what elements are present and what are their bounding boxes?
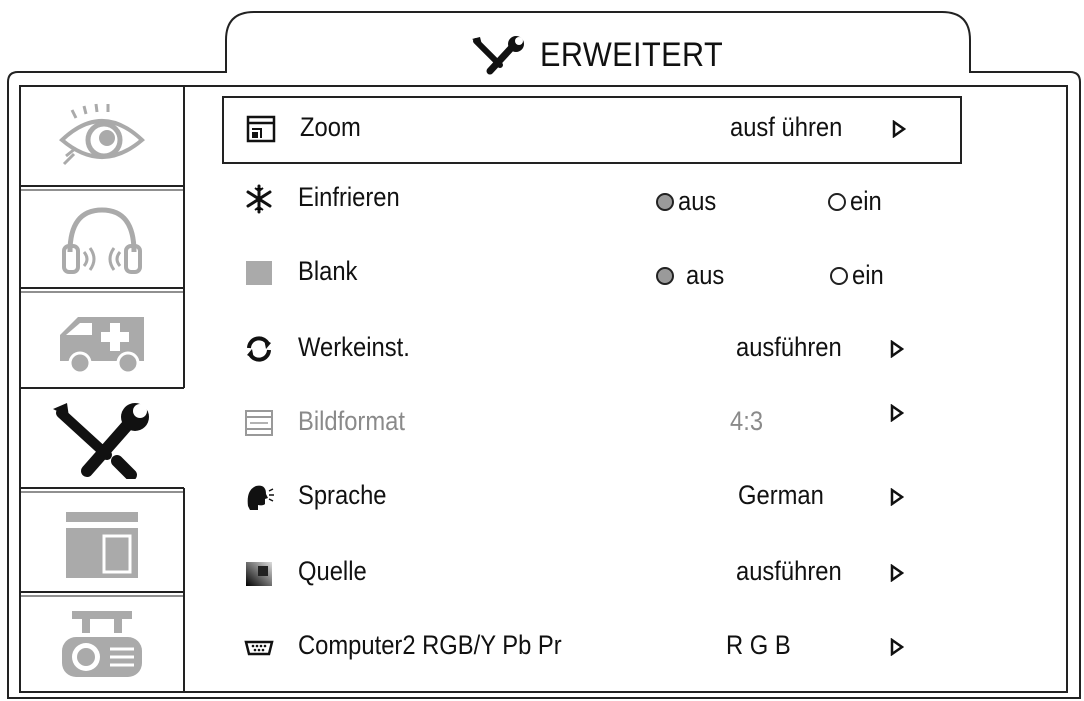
radio-dot	[828, 192, 846, 211]
triangle-right-icon	[890, 404, 904, 422]
reset-arrows-icon	[247, 336, 271, 362]
source-gradient-icon	[246, 562, 272, 586]
radio-label: ein	[852, 260, 884, 290]
blank-square-icon	[246, 261, 272, 285]
osd-menu: ERWEITERT Zoom ausf ühren Einfrieren aus…	[0, 0, 1084, 701]
menu-item-blank[interactable]: Blank aus ein	[222, 242, 962, 304]
menu-item-label: Sprache	[298, 480, 387, 510]
triangle-right-icon[interactable]	[890, 488, 904, 506]
menu-item-value: ausf ühren	[730, 112, 843, 142]
radio-freeze-off[interactable]: aus	[656, 186, 722, 217]
page-title: ERWEITERT	[540, 35, 724, 74]
eye-icon	[59, 103, 145, 166]
tab-advanced[interactable]	[22, 392, 182, 486]
radio-blank-on[interactable]: ein	[830, 260, 888, 291]
tab-projector[interactable]	[22, 600, 182, 690]
radio-dot	[656, 192, 674, 211]
menu-item-label: Zoom	[300, 112, 361, 142]
triangle-right-icon[interactable]	[890, 340, 904, 358]
radio-dot	[830, 266, 848, 285]
menu-item-aspect: Bildformat 4:3	[222, 392, 962, 454]
menu-item-value: 4:3	[730, 406, 764, 436]
menu-item-value: ausführen	[736, 556, 842, 586]
menu-item-value: ausführen	[736, 332, 842, 362]
tab-image[interactable]	[22, 92, 182, 182]
menu-item-label: Quelle	[298, 556, 367, 586]
tools-icon	[53, 403, 149, 479]
radio-label: aus	[686, 260, 725, 290]
tab-service[interactable]	[22, 296, 182, 386]
menu-item-value: German	[738, 480, 824, 510]
menu-item-language[interactable]: Sprache German	[222, 466, 962, 528]
menu-item-value: R G B	[726, 630, 791, 660]
triangle-right-icon[interactable]	[892, 120, 906, 138]
snowflake-icon	[246, 184, 272, 214]
menu-item-freeze[interactable]: Einfrieren aus ein	[222, 168, 962, 230]
radio-freeze-on[interactable]: ein	[828, 186, 886, 217]
zoom-icon	[246, 115, 276, 143]
tools-icon	[472, 36, 524, 75]
menu-item-label: Blank	[298, 256, 358, 286]
aspect-ratio-icon	[245, 410, 273, 436]
triangle-right-icon[interactable]	[890, 638, 904, 656]
radio-label: aus	[678, 186, 717, 216]
radio-dot	[656, 266, 674, 285]
headphones-icon	[62, 207, 142, 274]
menu-item-label: Bildformat	[298, 406, 405, 436]
triangle-right-icon[interactable]	[890, 564, 904, 582]
tab-layout[interactable]	[22, 498, 182, 590]
projector-icon	[62, 611, 142, 677]
radio-label: ein	[850, 186, 882, 216]
radio-blank-off[interactable]: aus	[656, 260, 730, 291]
speaking-head-icon	[247, 485, 274, 510]
menu-item-label: Computer2 RGB/Y Pb Pr	[298, 630, 562, 660]
vga-connector-icon	[244, 640, 274, 656]
menu-item-label: Werkeinst.	[298, 332, 410, 362]
menu-title: ERWEITERT	[470, 30, 744, 80]
menu-item-label: Einfrieren	[298, 182, 400, 212]
menu-item-reset[interactable]: Werkeinst. ausführen	[222, 318, 962, 380]
menu-item-source[interactable]: Quelle ausführen	[222, 542, 962, 604]
tab-audio[interactable]	[22, 194, 182, 286]
menu-item-zoom[interactable]: Zoom ausf ühren	[222, 96, 962, 164]
window-layout-icon	[66, 512, 138, 578]
ambulance-icon	[60, 317, 144, 375]
menu-item-computer2[interactable]: Computer2 RGB/Y Pb Pr R G B	[222, 616, 962, 678]
